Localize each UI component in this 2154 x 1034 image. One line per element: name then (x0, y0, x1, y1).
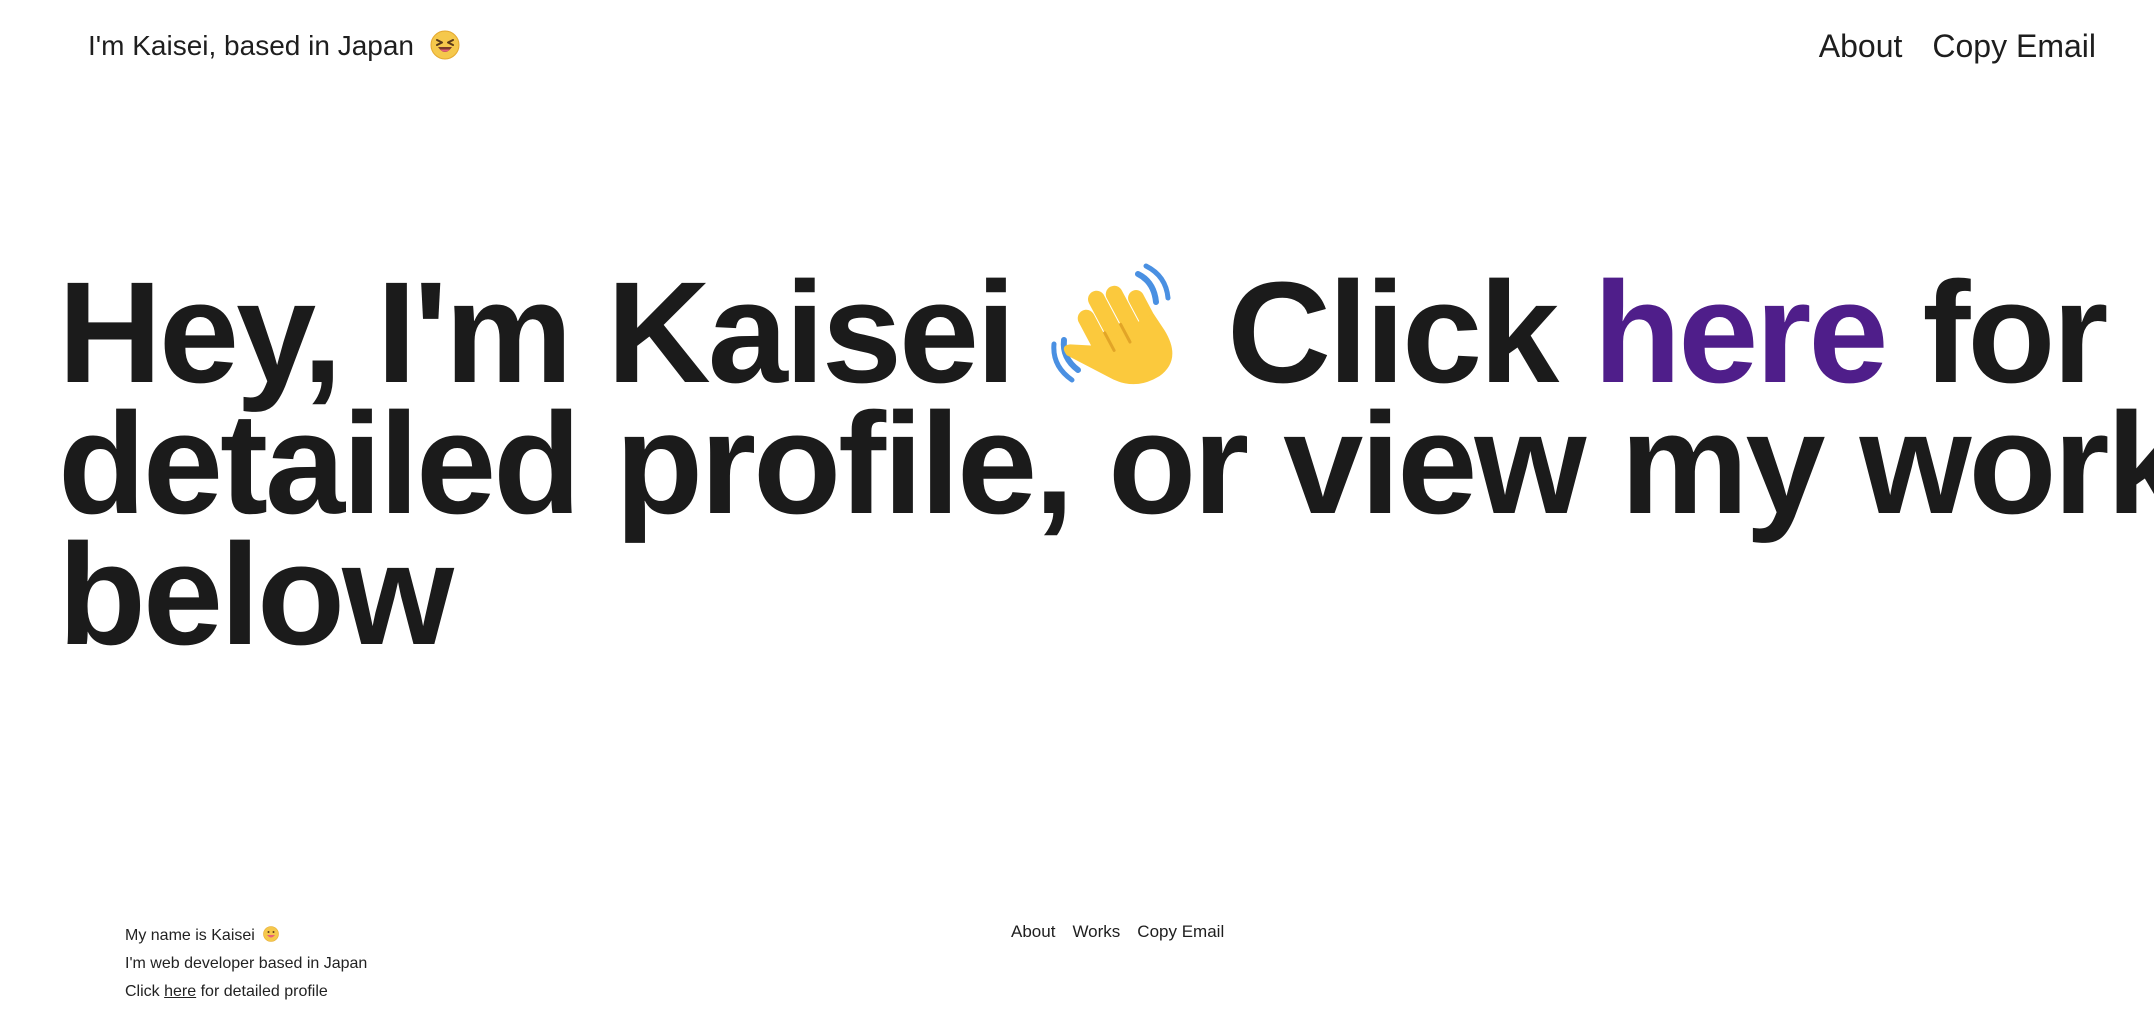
footer-name-text: My name is Kaisei (125, 927, 255, 944)
brand-text: I'm Kaisei, based in Japan (88, 30, 414, 61)
nav-about-link[interactable]: About (1819, 24, 1903, 68)
hero-heading: Hey, I'm Kaisei Click here for detailed … (58, 261, 2154, 675)
footer-nav-about-link[interactable]: About (1011, 920, 1055, 944)
grinning-squinting-face-icon (430, 30, 460, 60)
grinning-face-icon (263, 924, 280, 942)
footer-click-prefix: Click (125, 983, 160, 1000)
site-brand: I'm Kaisei, based in Japan (88, 26, 460, 66)
footer-click-suffix: for detailed profile (200, 983, 328, 1000)
nav-copy-email-link[interactable]: Copy Email (1932, 24, 2096, 68)
hero-line-2: detailed profile, or view my works (58, 383, 2154, 544)
footer-click-line: Click here for detailed profile (125, 978, 367, 1006)
waving-hand-icon (1050, 262, 1190, 398)
footer-here-link[interactable]: here (164, 983, 196, 1000)
footer-nav: About Works Copy Email (1011, 920, 1224, 944)
footer-name-line: My name is Kaisei (125, 922, 367, 950)
footer-info: My name is Kaisei I'm web developer base… (125, 922, 367, 1006)
footer-nav-copy-email-link[interactable]: Copy Email (1137, 920, 1224, 944)
hero-line-3: below (58, 514, 454, 675)
top-nav: About Copy Email (1819, 24, 2096, 68)
hero-line-1: Hey, I'm Kaisei Click here for (58, 261, 2118, 405)
footer-nav-works-link[interactable]: Works (1072, 920, 1120, 944)
footer-role-line: I'm web developer based in Japan (125, 955, 368, 972)
